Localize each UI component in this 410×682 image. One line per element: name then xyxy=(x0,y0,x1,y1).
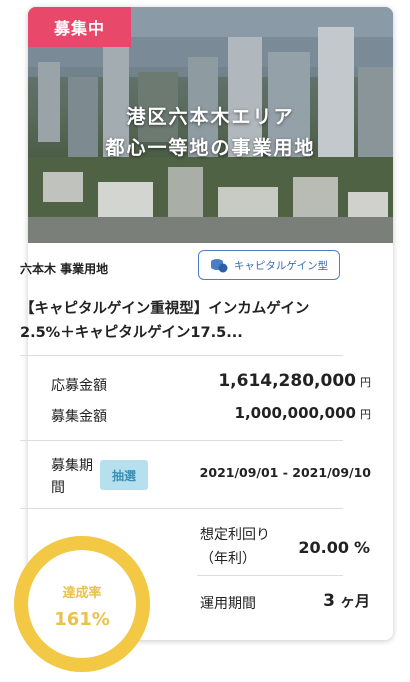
fund-title[interactable]: 【キャピタルゲイン重視型】インカムゲイン2.5%＋キャピタルゲイン17.5... xyxy=(20,297,345,345)
divider xyxy=(20,508,343,509)
divider xyxy=(20,440,343,441)
achievement-label: 達成率 xyxy=(62,586,102,601)
hero-image: 募集中 港区六本木エリア 都心一等地の事業用地 xyxy=(28,7,393,243)
operation-period-value: 3 ヶ月 xyxy=(323,591,370,611)
coins-icon xyxy=(210,259,228,273)
hero-title-line2: 都心一等地の事業用地 xyxy=(105,137,316,159)
yield-label: 想定利回り xyxy=(200,527,270,543)
hero-title-line1: 港区六本木エリア xyxy=(126,106,295,128)
fund-type-label: キャピタルゲイン型 xyxy=(233,259,329,272)
divider xyxy=(197,575,343,576)
fund-type-button[interactable]: キャピタルゲイン型 xyxy=(198,250,340,280)
status-badge: 募集中 xyxy=(28,7,131,47)
target-amount-label: 募集金額 xyxy=(51,409,107,425)
yield-value: 20.00% xyxy=(298,538,370,557)
period-label: 募集期間 xyxy=(51,458,93,496)
applied-amount-label: 応募金額 xyxy=(51,378,107,394)
divider xyxy=(20,355,343,356)
applied-amount-value: 1,614,280,000 円 xyxy=(218,371,371,391)
yield-sub-label: （年利） xyxy=(200,551,256,567)
target-amount-value: 1,000,000,000 円 xyxy=(234,404,371,422)
location-label: 六本木 事業用地 xyxy=(20,262,109,276)
lottery-badge: 抽選 xyxy=(100,460,148,490)
achievement-ring: 達成率 161% xyxy=(8,530,156,678)
achievement-value: 161% xyxy=(54,609,110,630)
operation-period-label: 運用期間 xyxy=(200,596,256,612)
period-range: 2021/09/01 - 2021/09/10 xyxy=(199,465,371,480)
